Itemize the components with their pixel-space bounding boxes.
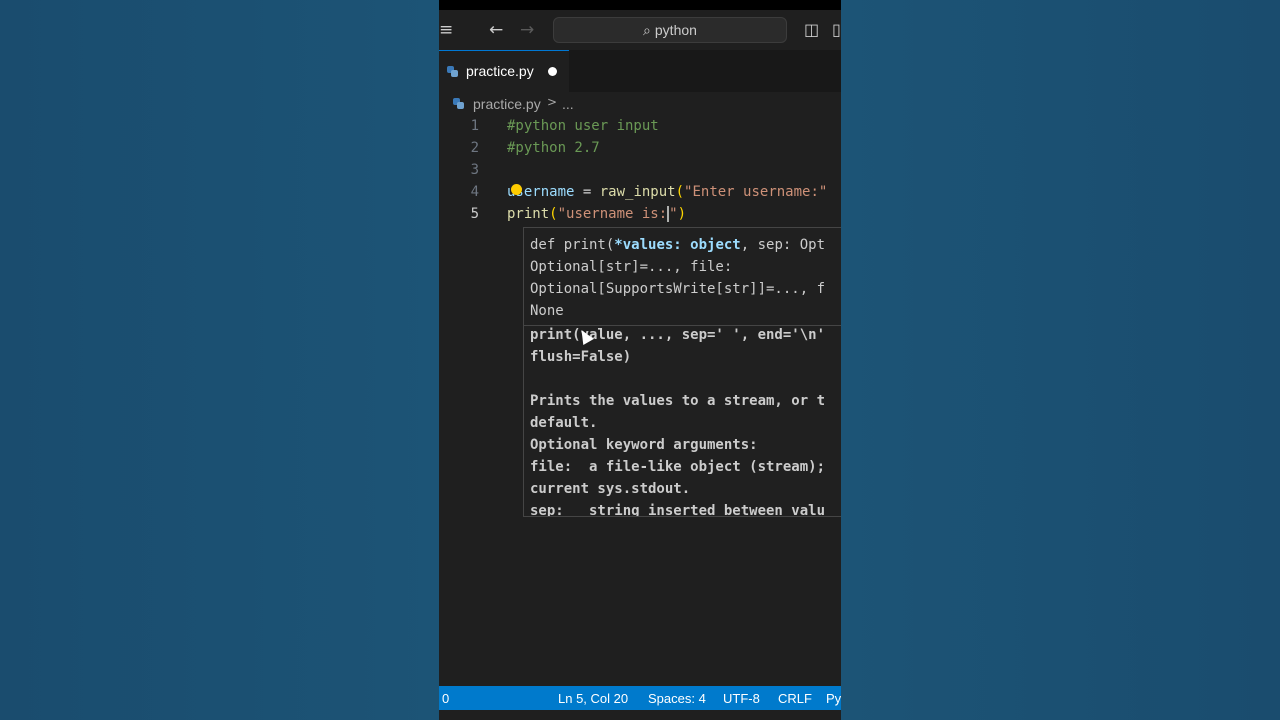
forward-arrow-icon[interactable]: → (520, 20, 534, 40)
unsaved-dot-icon[interactable] (548, 67, 557, 76)
token-string: "username is: (557, 206, 668, 222)
sig-rest: , sep: Opt (740, 237, 826, 253)
editor-window: ≡ ← → ⌕ python ◫ ▯ practice.py practice.p… (439, 0, 841, 720)
status-indentation[interactable]: Spaces: 4 (648, 691, 706, 706)
search-text: python (654, 22, 697, 38)
line-number: 3 (470, 162, 479, 178)
code-line-4[interactable]: username = raw_input("Enter username:" (507, 184, 827, 200)
lightbulb-icon[interactable] (511, 184, 522, 195)
search-icon: ⌕ (643, 23, 651, 39)
line-number-active: 5 (470, 206, 479, 222)
breadcrumb-more[interactable]: ... (562, 96, 574, 112)
active-parameter: *values: object (614, 237, 741, 253)
doc-line: Prints the values to a stream, or t (530, 393, 826, 409)
status-eol[interactable]: CRLF (778, 691, 812, 706)
code-line-5[interactable]: print("username is: ") (507, 206, 686, 222)
doc-line: Optional keyword arguments: (530, 437, 758, 453)
token-bracket: ( (675, 184, 685, 200)
token-bracket: ( (549, 206, 558, 222)
menu-icon[interactable]: ≡ (439, 20, 453, 40)
status-language[interactable]: Py (826, 691, 841, 706)
status-encoding[interactable]: UTF-8 (723, 691, 760, 706)
layout-icon[interactable]: ▯ (832, 20, 841, 39)
doc-line: current sys.stdout. (530, 481, 691, 497)
signature-help-popup: def print(*values: object, sep: Opt Opti… (523, 227, 841, 517)
token-string-end: " (669, 206, 678, 222)
sig-line-3: Optional[SupportsWrite[str]]=..., f (530, 281, 826, 297)
documentation-text: print(value, ..., sep=' ', end='\n' flus… (530, 324, 826, 517)
code-line-1[interactable]: #python user input (507, 118, 659, 134)
sig-line-2: Optional[str]=..., file: (530, 259, 733, 275)
token-function: raw_input (599, 184, 676, 200)
line-number: 2 (470, 140, 479, 156)
doc-line: sep: string inserted between valu (530, 503, 826, 517)
doc-line: print(value, ..., sep=' ', end='\n' (530, 327, 826, 343)
doc-line: file: a file-like object (stream); (530, 459, 826, 475)
doc-line: default. (530, 415, 598, 431)
back-arrow-icon[interactable]: ← (489, 20, 503, 40)
command-center-search[interactable]: ⌕ python (553, 17, 787, 43)
tab-practice-py[interactable]: practice.py (439, 50, 569, 92)
top-border (439, 0, 841, 10)
toggle-sidebar-icon[interactable]: ◫ (804, 20, 819, 39)
chevron-right-icon: > (547, 95, 558, 109)
token-operator: = (574, 184, 600, 200)
token-string: "Enter username:" (684, 184, 828, 200)
title-bar: ≡ ← → ⌕ python ◫ ▯ (439, 10, 841, 50)
token-function: print (507, 206, 550, 222)
tab-bar: practice.py (439, 50, 841, 92)
token-bracket-close: ) (677, 206, 687, 222)
python-file-icon (453, 98, 464, 109)
line-number: 1 (470, 118, 479, 134)
python-file-icon (447, 66, 458, 77)
status-cursor-position[interactable]: Ln 5, Col 20 (558, 691, 628, 706)
doc-line: flush=False) (530, 349, 632, 365)
code-line-2[interactable]: #python 2.7 (507, 140, 600, 156)
signature-text: def print(*values: object, sep: Opt Opti… (530, 234, 825, 322)
line-number: 4 (470, 184, 479, 200)
breadcrumb-file[interactable]: practice.py (473, 96, 541, 112)
bottom-border (439, 710, 841, 720)
sig-def: def print( (530, 237, 615, 253)
status-problems[interactable]: 0 (442, 691, 449, 706)
sig-line-4: None (530, 303, 564, 319)
status-bar: 0 Ln 5, Col 20 Spaces: 4 UTF-8 CRLF Py (439, 686, 841, 710)
tab-label: practice.py (466, 63, 534, 79)
breadcrumb: practice.py > ... (439, 94, 841, 114)
